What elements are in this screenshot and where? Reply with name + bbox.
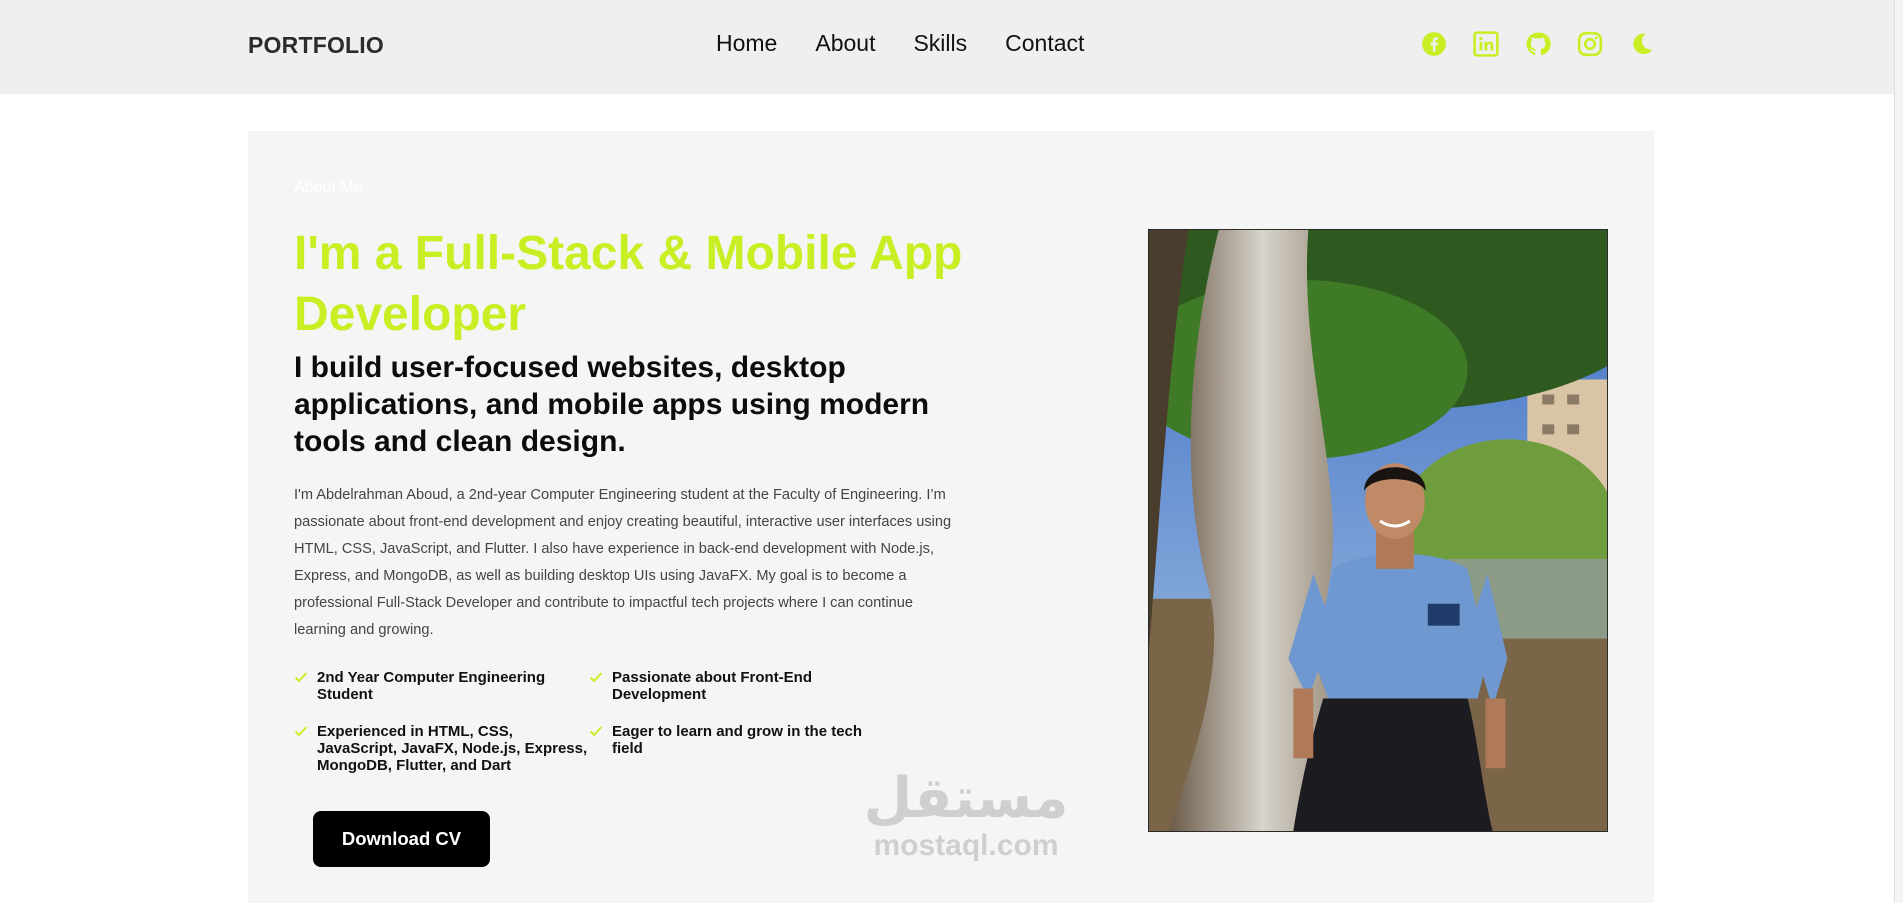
check-icon [589,672,603,683]
feature-item: Passionate about Front-End Development [589,669,884,703]
feature-text: Passionate about Front-End Development [612,669,813,703]
nav-contact-link[interactable]: Contact [1005,30,1084,57]
feature-text: Eager to learn and grow in the tech fiel… [612,723,863,757]
moon-icon[interactable] [1628,30,1656,58]
watermark-latin: mostaql.com [873,829,1059,862]
nav-home-link[interactable]: Home [716,30,777,57]
check-icon [294,672,308,683]
download-cv-button[interactable]: Download CV [313,811,490,867]
watermark-arabic: مستقل [863,766,1069,831]
about-eyebrow: About Me [294,179,363,196]
about-bio: I'm Abdelrahman Aboud, a 2nd-year Comput… [294,487,952,638]
check-icon [589,726,603,737]
about-headline: I'm a Full-Stack & Mobile App Developer [294,227,963,341]
feature-text: Experienced in HTML, CSS, JavaScript, Ja… [317,723,588,774]
feature-item: 2nd Year Computer Engineering Student [294,669,589,703]
about-subhead: I build user-focused websites, desktop a… [294,351,930,458]
site-logo[interactable]: PORTFOLIO [248,32,384,59]
github-icon[interactable] [1524,30,1552,58]
page-scrollbar[interactable] [1894,0,1903,903]
instagram-icon[interactable] [1576,30,1604,58]
linkedin-icon[interactable] [1472,30,1500,58]
site-header: PORTFOLIO Home About Skills Contact [0,0,1903,94]
watermark-logo: مستقل mostaql.com [836,769,1096,863]
profile-photo [1148,229,1608,832]
feature-text: 2nd Year Computer Engineering Student [317,669,546,703]
page: PORTFOLIO Home About Skills Contact Abou… [0,0,1903,903]
nav-about-link[interactable]: About [815,30,875,57]
nav-skills-link[interactable]: Skills [913,30,967,57]
check-icon [294,726,308,737]
about-section: About Me I'm a Full-Stack & Mobile App D… [248,131,1654,903]
main-nav: Home About Skills Contact [716,30,1084,57]
feature-item: Eager to learn and grow in the tech fiel… [589,723,884,774]
feature-list: 2nd Year Computer Engineering Student Pa… [294,669,894,774]
facebook-icon[interactable] [1420,30,1448,58]
feature-item: Experienced in HTML, CSS, JavaScript, Ja… [294,723,589,774]
social-links [1420,30,1656,58]
